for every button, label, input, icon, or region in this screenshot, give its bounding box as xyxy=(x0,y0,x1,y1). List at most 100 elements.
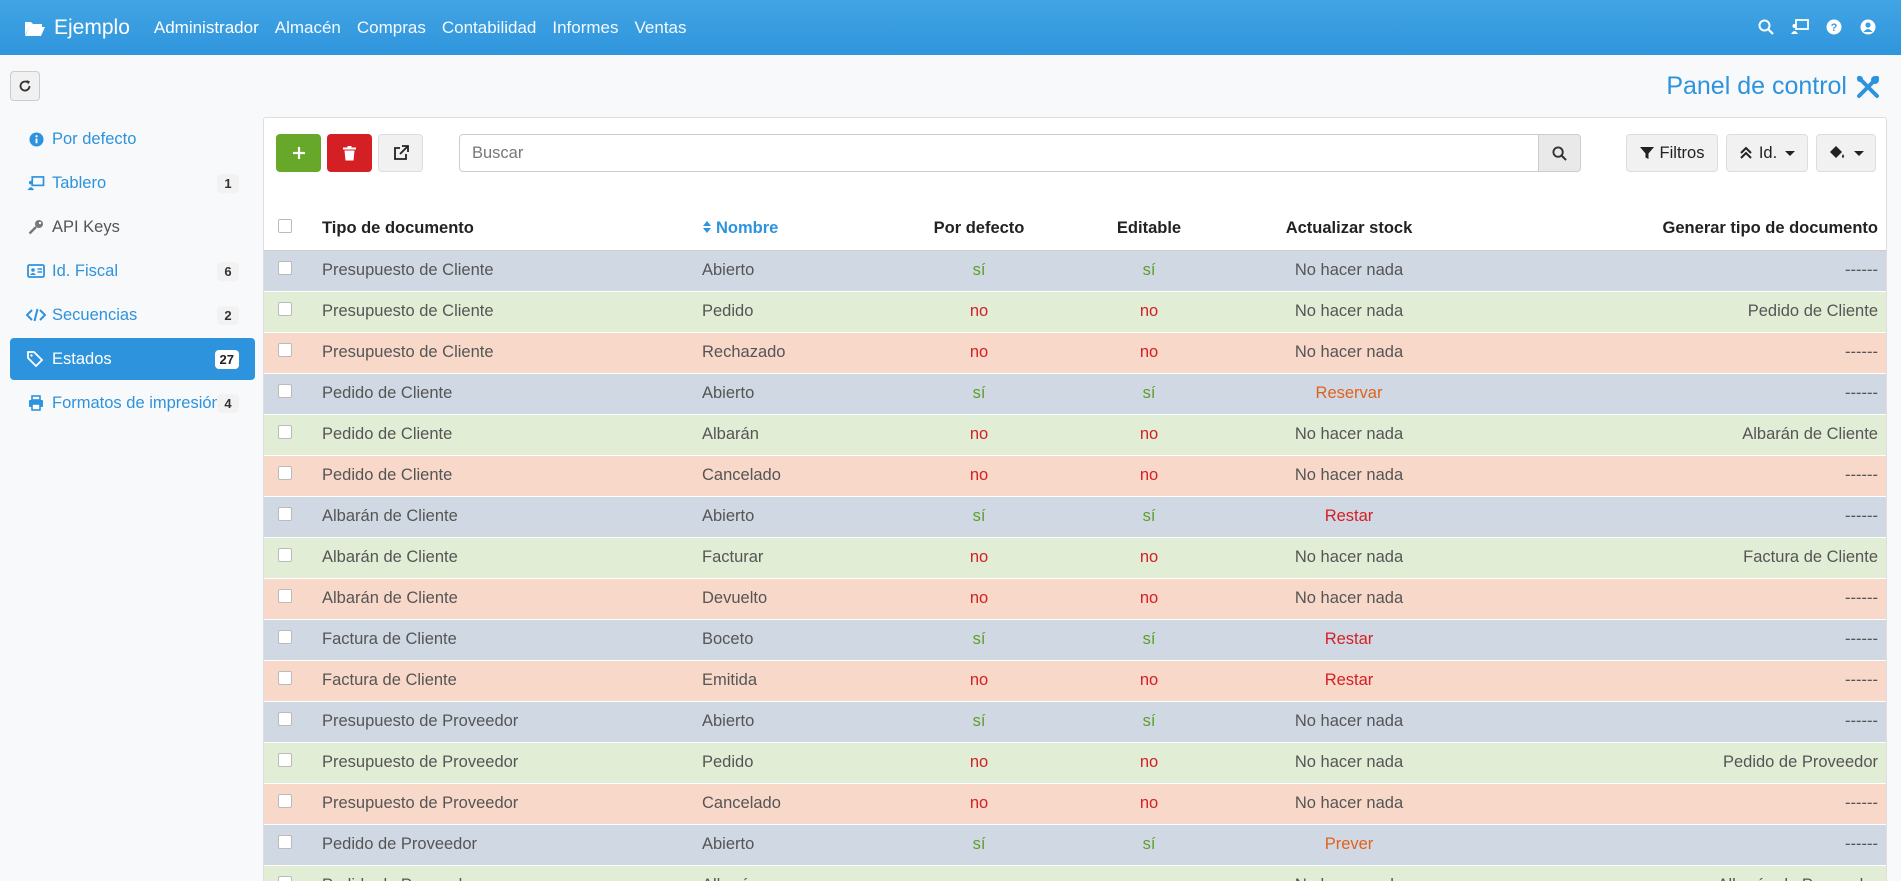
trash-icon xyxy=(343,145,356,160)
table-row[interactable]: Presupuesto de Proveedor Abierto sí sí No ha… xyxy=(264,701,1886,743)
chalkboard-icon[interactable] xyxy=(1789,16,1811,38)
sidebar-item-por-defecto[interactable]: Por defecto xyxy=(10,118,255,160)
sidebar-item-label: Por defecto xyxy=(52,129,137,148)
select-all-checkbox[interactable] xyxy=(264,208,322,251)
table-row[interactable]: Pedido de Proveedor Abierto sí sí Prever ----… xyxy=(264,824,1886,866)
row-checkbox[interactable] xyxy=(264,701,322,743)
row-checkbox[interactable] xyxy=(264,291,322,333)
menu-compras[interactable]: Compras xyxy=(357,18,426,38)
sidebar-item-id-fiscal[interactable]: Id. Fiscal 6 xyxy=(10,250,255,292)
cell-tipo: Albarán de Cliente xyxy=(322,578,702,620)
sidebar: Por defecto Tablero 1 API Keys Id. Fisca… xyxy=(10,118,255,426)
brand-link[interactable]: Ejemplo xyxy=(24,16,130,40)
row-checkbox[interactable] xyxy=(264,824,322,866)
menu-contabilidad[interactable]: Contabilidad xyxy=(442,18,537,38)
row-checkbox[interactable] xyxy=(264,455,322,497)
row-checkbox[interactable] xyxy=(264,742,322,784)
table-row[interactable]: Presupuesto de Cliente Abierto sí sí No hace… xyxy=(264,250,1886,292)
folder-open-icon xyxy=(25,21,45,36)
row-checkbox[interactable] xyxy=(264,619,322,661)
menu-administrador[interactable]: Administrador xyxy=(154,18,259,38)
table-row[interactable]: Presupuesto de Proveedor Cancelado no no No … xyxy=(264,783,1886,825)
cell-por-defecto: sí xyxy=(894,619,1064,661)
svg-text:?: ? xyxy=(1831,22,1838,34)
cell-stock: No hacer nada xyxy=(1234,291,1464,333)
top-icons: ? xyxy=(1755,16,1879,38)
table-row[interactable]: Pedido de Cliente Albarán no no No hacer nad… xyxy=(264,414,1886,456)
cell-editable: no xyxy=(1064,742,1234,784)
cell-generar: Pedido de Cliente xyxy=(1464,291,1886,333)
col-header-editable[interactable]: Editable xyxy=(1064,208,1234,251)
row-checkbox[interactable] xyxy=(264,783,322,825)
row-checkbox[interactable] xyxy=(264,332,322,374)
col-header-tipo[interactable]: Tipo de documento xyxy=(322,208,702,251)
sidebar-item-tablero[interactable]: Tablero 1 xyxy=(10,162,255,204)
cell-stock: No hacer nada xyxy=(1234,455,1464,497)
cell-generar: ------ xyxy=(1464,496,1886,538)
cell-tipo: Presupuesto de Cliente xyxy=(322,291,702,333)
add-button[interactable] xyxy=(276,134,321,172)
menu-ventas[interactable]: Ventas xyxy=(635,18,687,38)
sidebar-item-formatos-impresion[interactable]: Formatos de impresión 4 xyxy=(10,382,255,424)
export-button[interactable] xyxy=(378,134,423,172)
cell-tipo: Pedido de Cliente xyxy=(322,455,702,497)
cell-por-defecto: sí xyxy=(894,373,1064,415)
delete-button[interactable] xyxy=(327,134,372,172)
info-icon xyxy=(26,131,46,147)
table-row[interactable]: Presupuesto de Cliente Rechazado no no No ha… xyxy=(264,332,1886,374)
row-checkbox[interactable] xyxy=(264,414,322,456)
table-row[interactable]: Factura de Cliente Boceto sí sí Restar ------ xyxy=(264,619,1886,661)
cell-stock: No hacer nada xyxy=(1234,537,1464,579)
cell-tipo: Factura de Cliente xyxy=(322,619,702,661)
refresh-button[interactable] xyxy=(10,71,40,101)
row-checkbox[interactable] xyxy=(264,660,322,702)
sidebar-item-api-keys[interactable]: API Keys xyxy=(10,206,255,248)
table-row[interactable]: Pedido de ProveedorAlbaránnonoNo hacer n… xyxy=(264,865,1886,881)
col-header-nombre-label: Nombre xyxy=(716,219,779,238)
search-input[interactable] xyxy=(459,134,1539,172)
cell-generar: ------ xyxy=(1464,824,1886,866)
filters-button[interactable]: Filtros xyxy=(1626,134,1718,172)
help-icon[interactable]: ? xyxy=(1823,16,1845,38)
table-row[interactable]: Presupuesto de Proveedor Pedido no no No hac… xyxy=(264,742,1886,784)
sort-button[interactable]: Id. xyxy=(1726,134,1808,172)
table-row[interactable]: Albarán de Cliente Devuelto no no No hacer n… xyxy=(264,578,1886,620)
cell-tipo: Pedido de Proveedor xyxy=(322,865,702,881)
col-header-por-defecto[interactable]: Por defecto xyxy=(894,208,1064,251)
menu-almacen[interactable]: Almacén xyxy=(275,18,341,38)
sidebar-item-estados[interactable]: Estados 27 xyxy=(10,338,255,380)
col-header-stock[interactable]: Actualizar stock xyxy=(1234,208,1464,251)
sidebar-item-label: Id. Fiscal xyxy=(52,261,119,280)
sidebar-item-label: Estados xyxy=(52,349,112,368)
id-card-icon xyxy=(26,264,46,278)
cell-editable: no xyxy=(1064,291,1234,333)
table-row[interactable]: Pedido de Cliente Cancelado no no No hacer n… xyxy=(264,455,1886,497)
menu-informes[interactable]: Informes xyxy=(552,18,618,38)
table-row[interactable]: Presupuesto de Cliente Pedido no no No hacer… xyxy=(264,291,1886,333)
row-checkbox[interactable] xyxy=(264,496,322,538)
search-icon[interactable] xyxy=(1755,16,1777,38)
cell-stock: No hacer nada xyxy=(1234,783,1464,825)
cell-nombre: Boceto xyxy=(702,619,894,661)
row-checkbox[interactable] xyxy=(264,537,322,579)
row-checkbox[interactable] xyxy=(264,250,322,292)
row-checkbox[interactable] xyxy=(264,865,322,881)
search-button[interactable] xyxy=(1538,134,1581,172)
sidebar-item-secuencias[interactable]: Secuencias 2 xyxy=(10,294,255,336)
row-checkbox[interactable] xyxy=(264,578,322,620)
cell-tipo: Presupuesto de Cliente xyxy=(322,250,702,292)
table-header-row: Tipo de documento Nombre Por defecto Edi… xyxy=(264,208,1886,251)
row-checkbox[interactable] xyxy=(264,373,322,415)
user-icon[interactable] xyxy=(1857,16,1879,38)
col-header-nombre[interactable]: Nombre xyxy=(702,208,894,251)
row-color-button[interactable] xyxy=(1816,134,1876,172)
list-toolbar: Filtros Id. xyxy=(276,134,1876,172)
table-row[interactable]: Albarán de Cliente Abierto sí sí Restar -----… xyxy=(264,496,1886,538)
table-row[interactable]: Pedido de Cliente Abierto sí sí Reservar ----… xyxy=(264,373,1886,415)
table-row[interactable]: Factura de Cliente Emitida no no Restar -----… xyxy=(264,660,1886,702)
col-header-generar[interactable]: Generar tipo de documento xyxy=(1464,208,1886,251)
table-row[interactable]: Albarán de Cliente Facturar no no No hacer n… xyxy=(264,537,1886,579)
cell-tipo: Factura de Cliente xyxy=(322,660,702,702)
cell-generar: Albarán de Cliente xyxy=(1464,414,1886,456)
sidebar-item-label: Secuencias xyxy=(52,305,138,324)
